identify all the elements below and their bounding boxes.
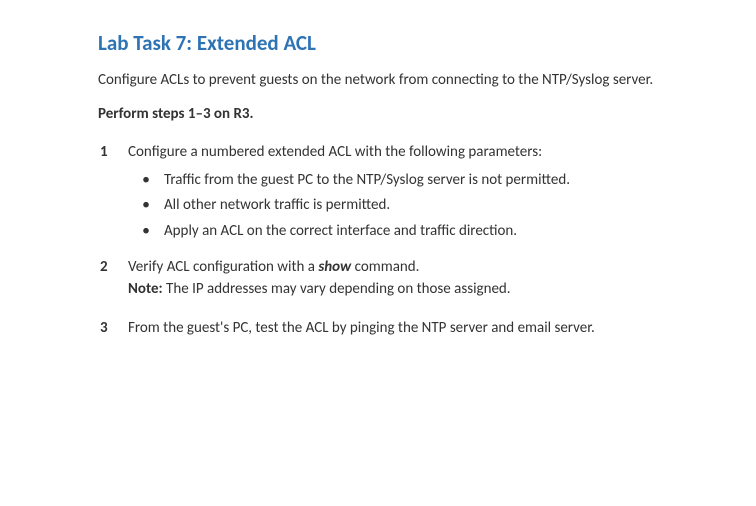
step-body: Verify ACL configuration with a show com… (128, 257, 696, 301)
bullet-text: Traffic from the guest PC to the NTP/Sys… (164, 170, 696, 192)
step-text-after: command. (351, 258, 419, 276)
step-number: 2 (98, 257, 128, 279)
command-text: show (318, 258, 351, 276)
step-text: From the guest's PC, test the ACL by pin… (128, 319, 595, 337)
step-body: From the guest's PC, test the ACL by pin… (128, 318, 696, 340)
intro-text: Configure ACLs to prevent guests on the … (98, 70, 696, 92)
step-body: Configure a numbered extended ACL with t… (128, 142, 696, 247)
bullet-list: ● Traffic from the guest PC to the NTP/S… (128, 170, 696, 243)
step-text: Configure a numbered extended ACL with t… (128, 143, 542, 161)
note-line: Note: The IP addresses may vary dependin… (128, 279, 696, 301)
bullet-item: ● Traffic from the guest PC to the NTP/S… (128, 170, 696, 192)
step-1: 1 Configure a numbered extended ACL with… (98, 142, 696, 247)
instruction-text: Perform steps 1–3 on R3. (98, 104, 696, 126)
step-number: 3 (98, 318, 128, 340)
bullet-item: ● Apply an ACL on the correct interface … (128, 221, 696, 243)
step-number: 1 (98, 142, 128, 164)
step-text-before: Verify ACL configuration with a (128, 258, 318, 276)
note-label: Note: (128, 280, 163, 298)
step-2: 2 Verify ACL configuration with a show c… (98, 257, 696, 301)
lab-title: Lab Task 7: Extended ACL (98, 28, 696, 58)
bullet-icon: ● (128, 221, 164, 243)
bullet-text: All other network traffic is permitted. (164, 195, 696, 217)
bullet-icon: ● (128, 195, 164, 217)
bullet-item: ● All other network traffic is permitted… (128, 195, 696, 217)
note-text: The IP addresses may vary depending on t… (163, 280, 511, 298)
step-3: 3 From the guest's PC, test the ACL by p… (98, 318, 696, 340)
bullet-icon: ● (128, 170, 164, 192)
bullet-text: Apply an ACL on the correct interface an… (164, 221, 696, 243)
